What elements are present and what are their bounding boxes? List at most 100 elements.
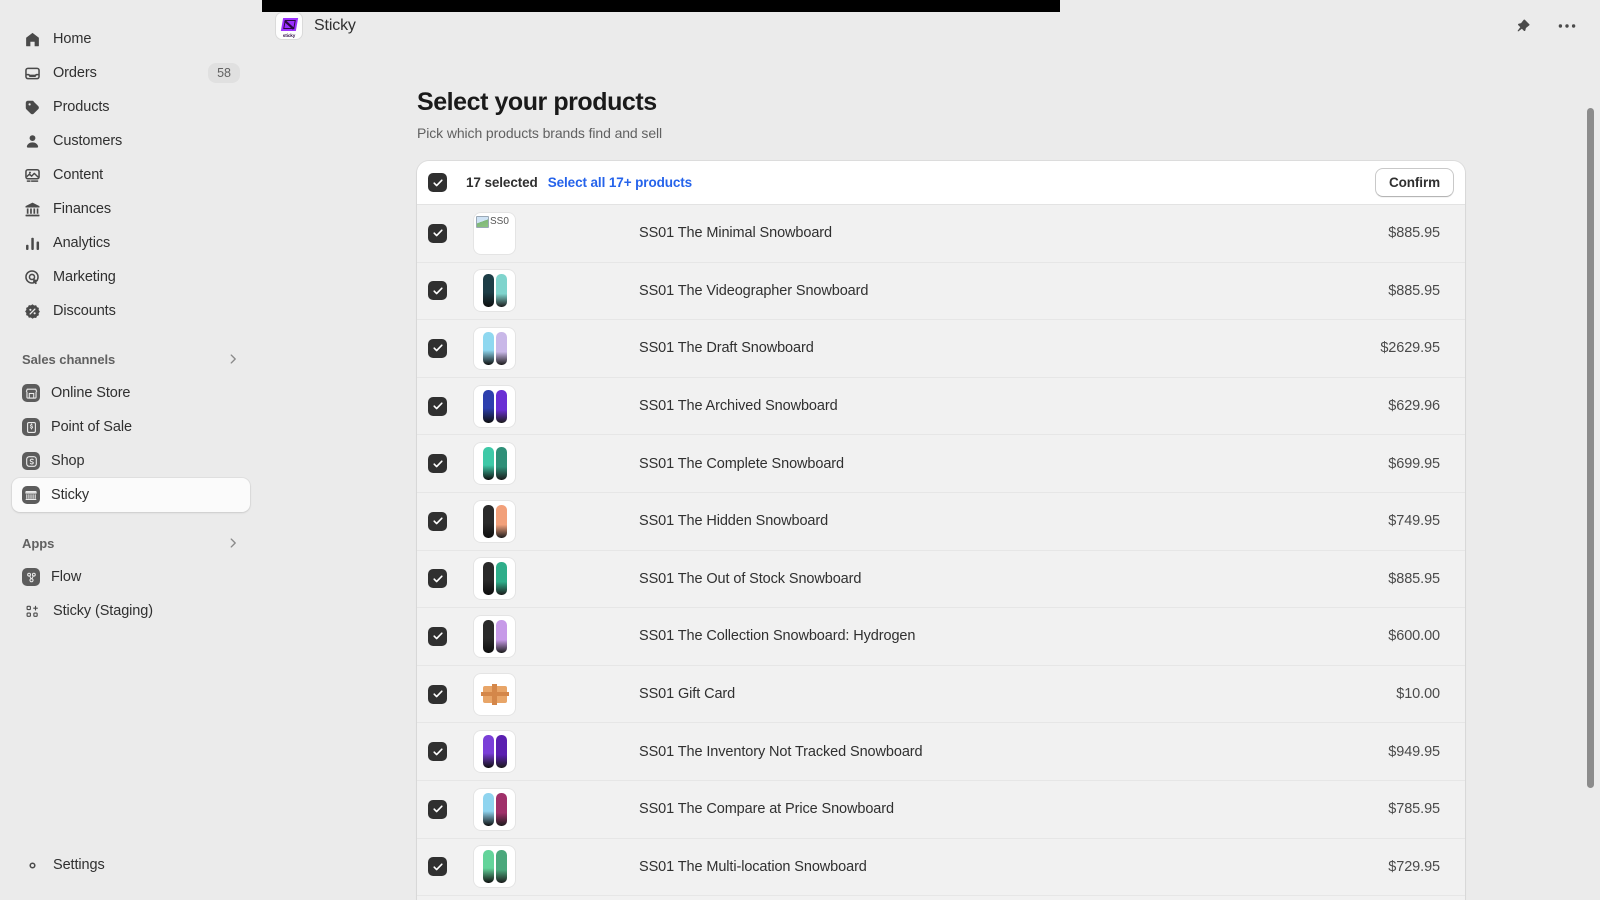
product-list: SS0 SS01 The Minimal Snowboard $885.95 SS01… xyxy=(417,205,1465,900)
table-row[interactable] xyxy=(417,896,1465,900)
product-checkbox[interactable] xyxy=(428,511,447,531)
chevron-right-icon[interactable] xyxy=(226,536,240,550)
product-checkbox[interactable] xyxy=(428,626,447,646)
product-name: SS01 The Videographer Snowboard xyxy=(639,282,869,299)
sidebar-item-sticky-staging[interactable]: Sticky (Staging) xyxy=(12,594,250,628)
product-checkbox[interactable] xyxy=(428,223,447,243)
table-row[interactable]: SS0 SS01 The Minimal Snowboard $885.95 xyxy=(417,205,1465,263)
table-row[interactable]: SS01 The Archived Snowboard $629.96 xyxy=(417,377,1465,436)
product-checkbox[interactable] xyxy=(428,857,447,877)
product-thumbnail xyxy=(474,731,515,773)
product-price: $885.95 xyxy=(1388,225,1440,242)
sidebar-item-discounts[interactable]: Discounts xyxy=(12,294,250,328)
scroll-area: Select your products Pick which products… xyxy=(262,52,1600,900)
chevron-right-icon[interactable] xyxy=(226,352,240,366)
sticky-staging-icon xyxy=(22,601,42,621)
sidebar-item-settings[interactable]: Settings xyxy=(12,848,250,882)
table-row[interactable]: SS01 The Compare at Price Snowboard $785.… xyxy=(417,780,1465,839)
product-checkbox[interactable] xyxy=(428,684,447,704)
chrome-notch-left xyxy=(0,0,262,12)
ellipsis-icon[interactable] xyxy=(1554,13,1580,39)
pos-bag-icon xyxy=(22,418,40,436)
bar-chart-icon xyxy=(22,233,42,253)
product-checkbox[interactable] xyxy=(428,799,447,819)
page-subtitle: Pick which products brands find and sell xyxy=(417,125,663,141)
gift-card-icon xyxy=(480,683,509,705)
settings-nav: Settings xyxy=(0,848,262,900)
scrollbar-thumb[interactable] xyxy=(1587,108,1594,788)
apps-section-header[interactable]: Apps xyxy=(12,528,250,558)
snowboard-left xyxy=(482,735,494,769)
apps-label: Apps xyxy=(22,535,55,551)
sidebar-item-label: Orders xyxy=(53,65,97,81)
sidebar-item-finances[interactable]: Finances xyxy=(12,192,250,226)
sidebar-item-customers[interactable]: Customers xyxy=(12,124,250,158)
orders-inbox-icon xyxy=(22,63,42,83)
sales-channels-section-header[interactable]: Sales channels xyxy=(12,344,250,374)
product-checkbox[interactable] xyxy=(428,742,447,762)
main-area: sticky Sticky Select your products Pick … xyxy=(262,0,1600,900)
table-row[interactable]: SS01 The Inventory Not Tracked Snowboard… xyxy=(417,723,1465,781)
product-name: SS01 The Multi-location Snowboard xyxy=(639,858,867,875)
product-checkbox[interactable] xyxy=(428,281,447,301)
product-checkbox[interactable] xyxy=(428,454,447,474)
sidebar-item-analytics[interactable]: Analytics xyxy=(12,226,250,260)
table-row[interactable]: SS01 The Collection Snowboard: Hydrogen $… xyxy=(417,608,1465,666)
product-name: SS01 The Draft Snowboard xyxy=(639,340,814,357)
snowboard-left xyxy=(482,389,494,423)
product-name: SS01 The Inventory Not Tracked Snowboard xyxy=(639,743,923,760)
scrollbar-track[interactable] xyxy=(1587,108,1594,788)
product-thumbnail xyxy=(474,558,515,600)
table-row[interactable]: SS01 The Videographer Snowboard $885.95 xyxy=(417,262,1465,321)
chrome-notch-right xyxy=(1060,0,1600,12)
flow-icon xyxy=(22,568,40,586)
product-price: $949.95 xyxy=(1388,743,1440,760)
product-price: $785.95 xyxy=(1388,801,1440,818)
sidebar-item-marketing[interactable]: Marketing xyxy=(12,260,250,294)
table-row[interactable]: SS01 The Multi-location Snowboard $729.95 xyxy=(417,838,1465,897)
product-name: SS01 The Hidden Snowboard xyxy=(639,513,829,530)
sidebar-item-orders[interactable]: Orders 58 xyxy=(12,56,250,90)
product-price: $629.96 xyxy=(1388,398,1440,415)
table-row[interactable]: SS01 The Draft Snowboard $2629.95 xyxy=(417,320,1465,378)
table-row[interactable]: SS01 The Complete Snowboard $699.95 xyxy=(417,435,1465,493)
sidebar-item-content[interactable]: Content xyxy=(12,158,250,192)
sidebar-item-flow[interactable]: Flow xyxy=(12,560,250,594)
sidebar-item-online-store[interactable]: Online Store xyxy=(12,376,250,410)
product-thumbnail xyxy=(474,385,515,427)
confirm-button[interactable]: Confirm xyxy=(1374,168,1454,197)
product-checkbox[interactable] xyxy=(428,569,447,589)
sidebar-item-label: Online Store xyxy=(51,385,131,401)
product-thumbnail: SS0 xyxy=(474,212,515,254)
sidebar-item-label: Discounts xyxy=(53,303,116,319)
product-checkbox[interactable] xyxy=(428,338,447,358)
product-name: SS01 The Minimal Snowboard xyxy=(639,225,832,242)
sidebar-item-label: Home xyxy=(53,31,92,47)
sidebar-item-shop[interactable]: Shop xyxy=(12,444,250,478)
snowboard-left xyxy=(482,447,494,481)
pin-icon[interactable] xyxy=(1510,13,1536,39)
table-row[interactable]: SS01 Gift Card $10.00 xyxy=(417,665,1465,724)
target-icon xyxy=(22,267,42,287)
product-thumbnail xyxy=(474,846,515,888)
primary-nav: Home Orders 58 Products Customers Content Fina… xyxy=(0,22,262,328)
product-price: $749.95 xyxy=(1388,513,1440,530)
select-all-checkbox[interactable] xyxy=(428,173,447,192)
page-title: Select your products xyxy=(417,88,657,116)
sidebar-item-label: Settings xyxy=(53,857,105,873)
table-row[interactable]: SS01 The Hidden Snowboard $749.95 xyxy=(417,492,1465,551)
sidebar-item-point-of-sale[interactable]: Point of Sale xyxy=(12,410,250,444)
sidebar-item-products[interactable]: Products xyxy=(12,90,250,124)
sidebar-item-home[interactable]: Home xyxy=(12,22,250,56)
table-row[interactable]: SS01 The Out of Stock Snowboard $885.95 xyxy=(417,550,1465,609)
product-price: $729.95 xyxy=(1388,858,1440,875)
product-checkbox[interactable] xyxy=(428,396,447,416)
product-name: SS01 The Collection Snowboard: Hydrogen xyxy=(639,628,916,645)
snowboard-left xyxy=(482,619,494,653)
select-all-link[interactable]: Select all 17+ products xyxy=(548,175,692,190)
bank-icon xyxy=(22,199,42,219)
product-price: $885.95 xyxy=(1388,282,1440,299)
sidebar-item-sticky[interactable]: Sticky xyxy=(12,478,250,512)
snowboard-left xyxy=(482,504,494,538)
sidebar-item-label: Sticky xyxy=(51,487,90,503)
